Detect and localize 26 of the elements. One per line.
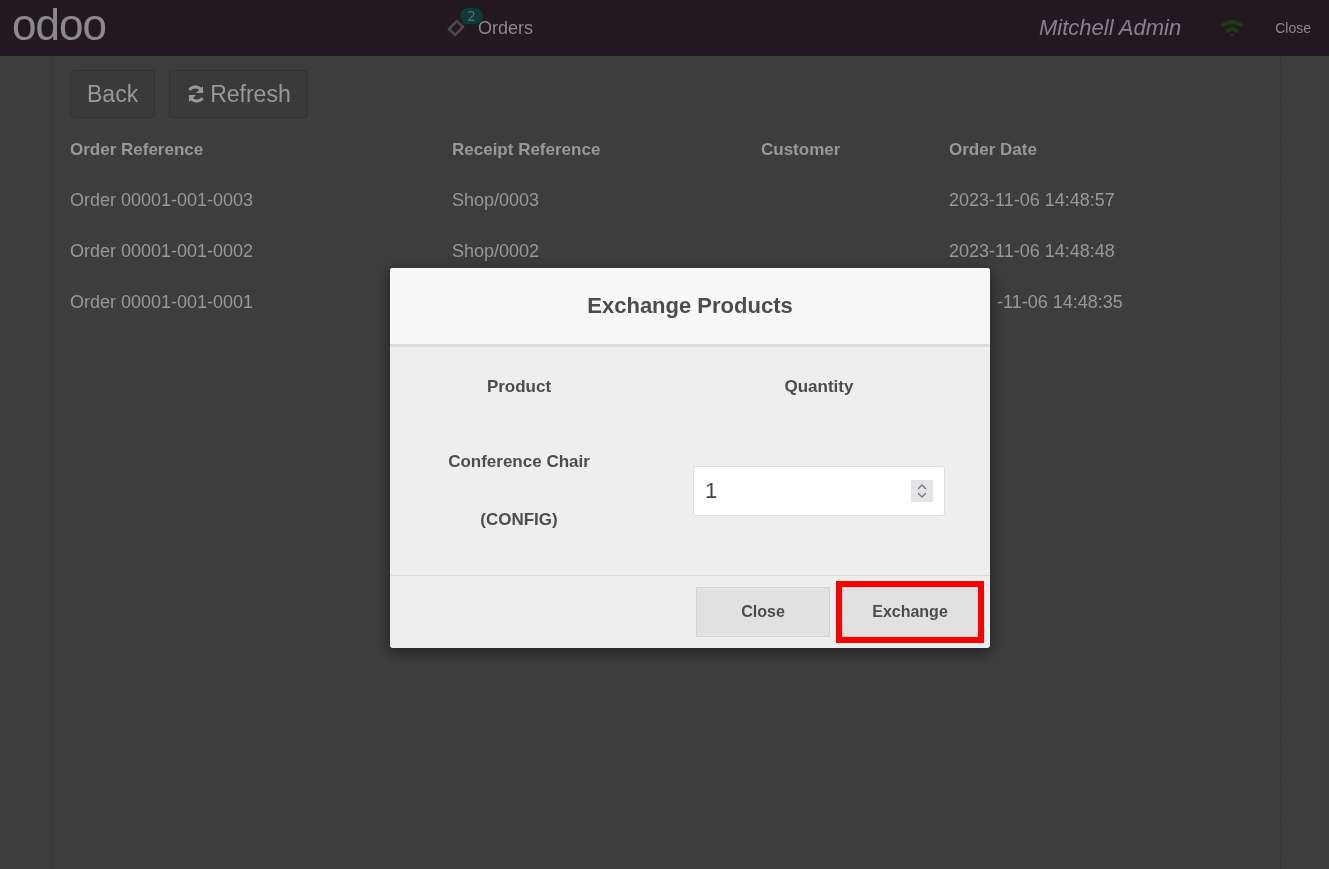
table-cell-text: Order 00001-001-0002 bbox=[70, 241, 255, 262]
wifi-icon bbox=[1219, 18, 1246, 38]
column-header: Order Reference bbox=[70, 140, 205, 160]
close-button[interactable]: Close bbox=[696, 587, 830, 637]
quantity-input[interactable]: 1 bbox=[693, 466, 945, 516]
column-header: Product bbox=[485, 377, 553, 397]
column-header: Quantity bbox=[783, 377, 855, 397]
table-cell-text: Shop/0003 bbox=[452, 190, 541, 211]
column-header: Order Date bbox=[949, 140, 1038, 160]
spinner-icon[interactable] bbox=[911, 480, 933, 502]
table-cell-text: -11-06 14:48:35 bbox=[996, 292, 1124, 313]
user-name: Mitchell Admin bbox=[1038, 15, 1182, 41]
odoo-logo: odoo bbox=[12, 3, 106, 47]
table-cell-text: Order 00001-001-0001 bbox=[70, 292, 255, 313]
column-header: Customer bbox=[761, 140, 842, 160]
table-cell-text: 2023-11-06 14:48:48 bbox=[949, 241, 1116, 262]
table-cell-text: 2023-11-06 14:48:57 bbox=[949, 190, 1116, 211]
table-cell-text: Order 00001-001-0003 bbox=[70, 190, 255, 211]
column-header: Receipt Reference bbox=[452, 140, 602, 160]
product-name: (CONFIG) bbox=[480, 510, 558, 530]
close-link[interactable]: Close bbox=[1275, 20, 1311, 36]
back-button[interactable]: Back bbox=[70, 70, 156, 118]
table-cell-text: Shop/0002 bbox=[452, 241, 541, 262]
product-name: Conference Chair bbox=[448, 452, 590, 472]
refresh-button[interactable]: Refresh bbox=[169, 70, 308, 118]
dialog-title: Exchange Products bbox=[587, 293, 793, 319]
